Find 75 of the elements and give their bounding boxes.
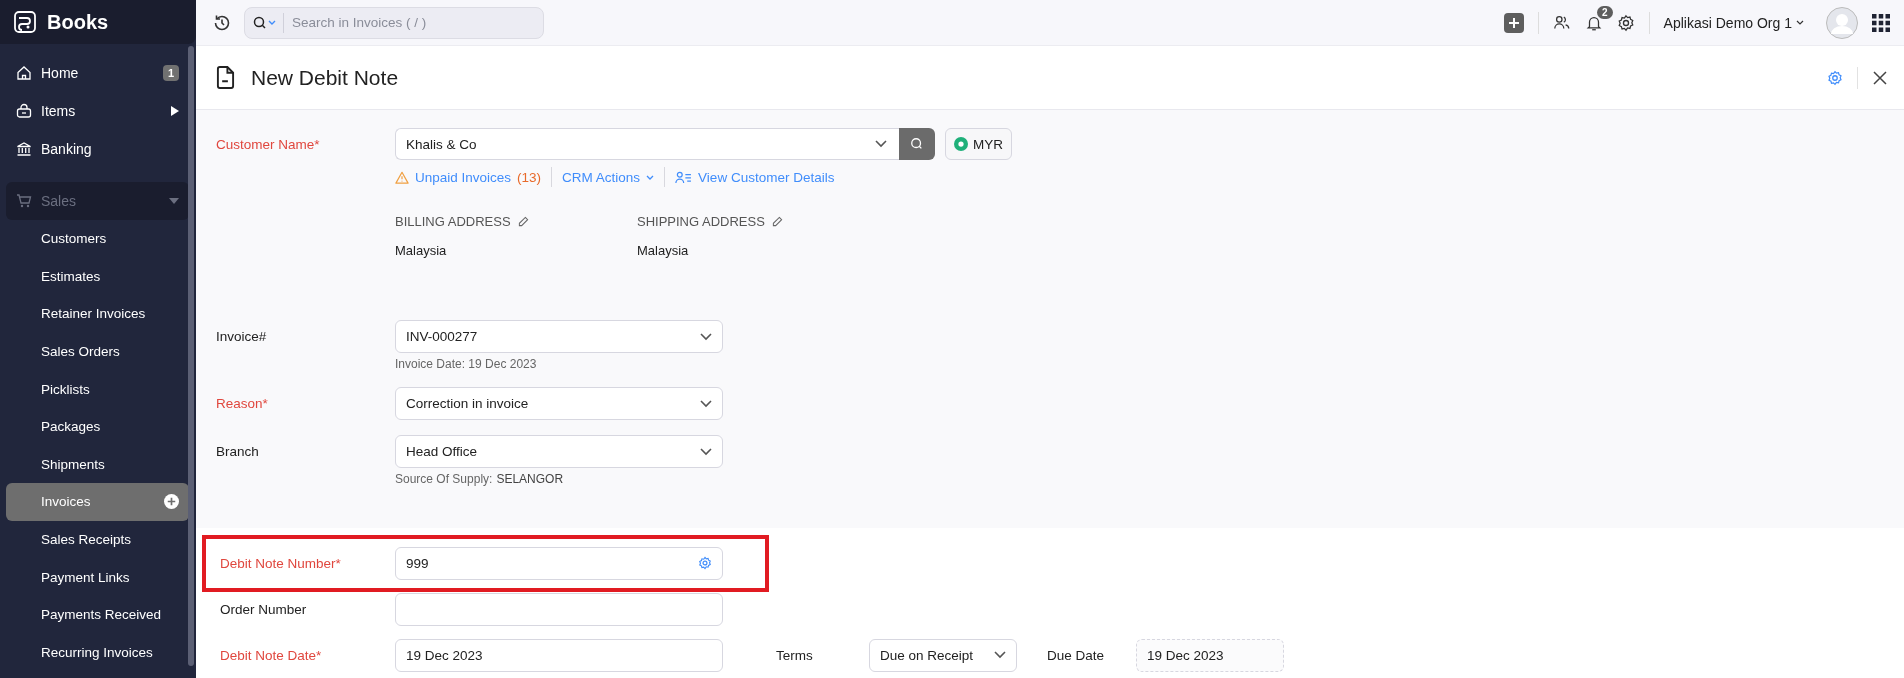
- chevron-down-icon: [700, 332, 712, 341]
- search-input[interactable]: Search in Invoices ( / ): [290, 14, 535, 31]
- nav-item[interactable]: Payment Links: [6, 558, 189, 596]
- org-switcher[interactable]: Aplikasi Demo Org 1: [1663, 14, 1792, 31]
- scrollbar[interactable]: [188, 46, 194, 666]
- nav-item[interactable]: Banking: [6, 130, 189, 168]
- field-label: Customer Name*: [216, 136, 321, 152]
- bank-icon: [16, 141, 32, 157]
- field-label: Debit Note Date*: [220, 647, 323, 663]
- nav-item[interactable]: Customers: [6, 220, 189, 258]
- search-icon: [910, 137, 924, 151]
- field-label: Order Number: [220, 601, 308, 617]
- search-bar[interactable]: Search in Invoices ( / ): [244, 6, 544, 39]
- logo-icon: [13, 10, 37, 34]
- app-name: Books: [47, 10, 109, 34]
- field-note-value: SELANGOR: [496, 472, 564, 486]
- address-text: Malaysia: [637, 243, 690, 258]
- plus-circle-icon[interactable]: [164, 494, 179, 510]
- app-grid-icon[interactable]: [1872, 13, 1890, 32]
- chevron-down-icon: [875, 140, 887, 148]
- nav-item[interactable]: Shipments: [6, 445, 189, 484]
- search-icon[interactable]: [253, 15, 277, 30]
- dropdown[interactable]: Due on Receipt: [869, 638, 1017, 672]
- field-label: Terms: [776, 647, 814, 663]
- field-label: Debit Note Number*: [220, 555, 342, 571]
- nav-item[interactable]: Invoices: [6, 483, 189, 521]
- contact-list-icon: [675, 170, 693, 184]
- field-note: Invoice Date: 19 Dec 2023: [395, 357, 537, 371]
- chevron-down-icon: [700, 447, 712, 456]
- input-field[interactable]: 999: [395, 546, 723, 580]
- document-icon: [216, 66, 235, 89]
- pencil-icon[interactable]: [517, 216, 529, 227]
- field-label: Reason*: [216, 395, 269, 411]
- nav-item[interactable]: Picklists: [6, 370, 189, 408]
- page-title: New Debit Note: [251, 65, 399, 90]
- count-badge: 1: [162, 65, 179, 81]
- input-field[interactable]: [395, 592, 723, 626]
- field-label: Due Date: [1047, 647, 1106, 663]
- nav-item[interactable]: Payments Received: [6, 595, 189, 634]
- dropdown[interactable]: Head Office: [395, 435, 723, 468]
- customer-select[interactable]: Khalis & Co: [395, 128, 899, 160]
- home-icon: [16, 65, 32, 81]
- nav-item[interactable]: Items: [6, 92, 189, 130]
- add-icon[interactable]: [1503, 12, 1524, 33]
- count-text: (13): [517, 169, 542, 185]
- nav-item[interactable]: Packages: [6, 407, 189, 446]
- currency-button[interactable]: MYR: [945, 128, 1012, 160]
- nav-item[interactable]: Home 1: [6, 54, 189, 92]
- nav-item[interactable]: Estimates: [6, 257, 189, 296]
- settings-icon[interactable]: [1616, 13, 1635, 32]
- warning-icon: [395, 170, 409, 184]
- field-label: Invoice#: [216, 328, 268, 344]
- basket-icon: [16, 103, 32, 119]
- pencil-icon[interactable]: [771, 216, 783, 227]
- cart-icon: [16, 193, 32, 209]
- input-field[interactable]: 19 Dec 2023: [1136, 638, 1284, 672]
- search-button[interactable]: [899, 128, 935, 160]
- field-note: Source Of Supply:: [395, 472, 493, 486]
- input-field[interactable]: 19 Dec 2023: [395, 638, 723, 672]
- notification-badge: 2: [1597, 5, 1613, 19]
- chevron-down-icon: [700, 399, 712, 408]
- address-heading: SHIPPING ADDRESS: [637, 214, 765, 229]
- chevron-down-icon: [994, 651, 1006, 659]
- nav-item[interactable]: Recurring Invoices: [6, 633, 189, 672]
- nav-item[interactable]: Retainer Invoices: [6, 295, 189, 333]
- dropdown[interactable]: INV-000277: [395, 320, 723, 353]
- nav-item[interactable]: Sales Orders: [6, 332, 189, 371]
- currency-dot-icon: [954, 137, 968, 151]
- address-heading: BILLING ADDRESS: [395, 214, 511, 229]
- close-icon[interactable]: [1872, 69, 1888, 86]
- chevron-down-icon[interactable]: [1796, 20, 1804, 25]
- field-label: Branch: [216, 443, 260, 459]
- nav-item[interactable]: Sales Receipts: [6, 520, 189, 559]
- address-text: Malaysia: [395, 243, 448, 258]
- dropdown[interactable]: Correction in invoice: [395, 387, 723, 420]
